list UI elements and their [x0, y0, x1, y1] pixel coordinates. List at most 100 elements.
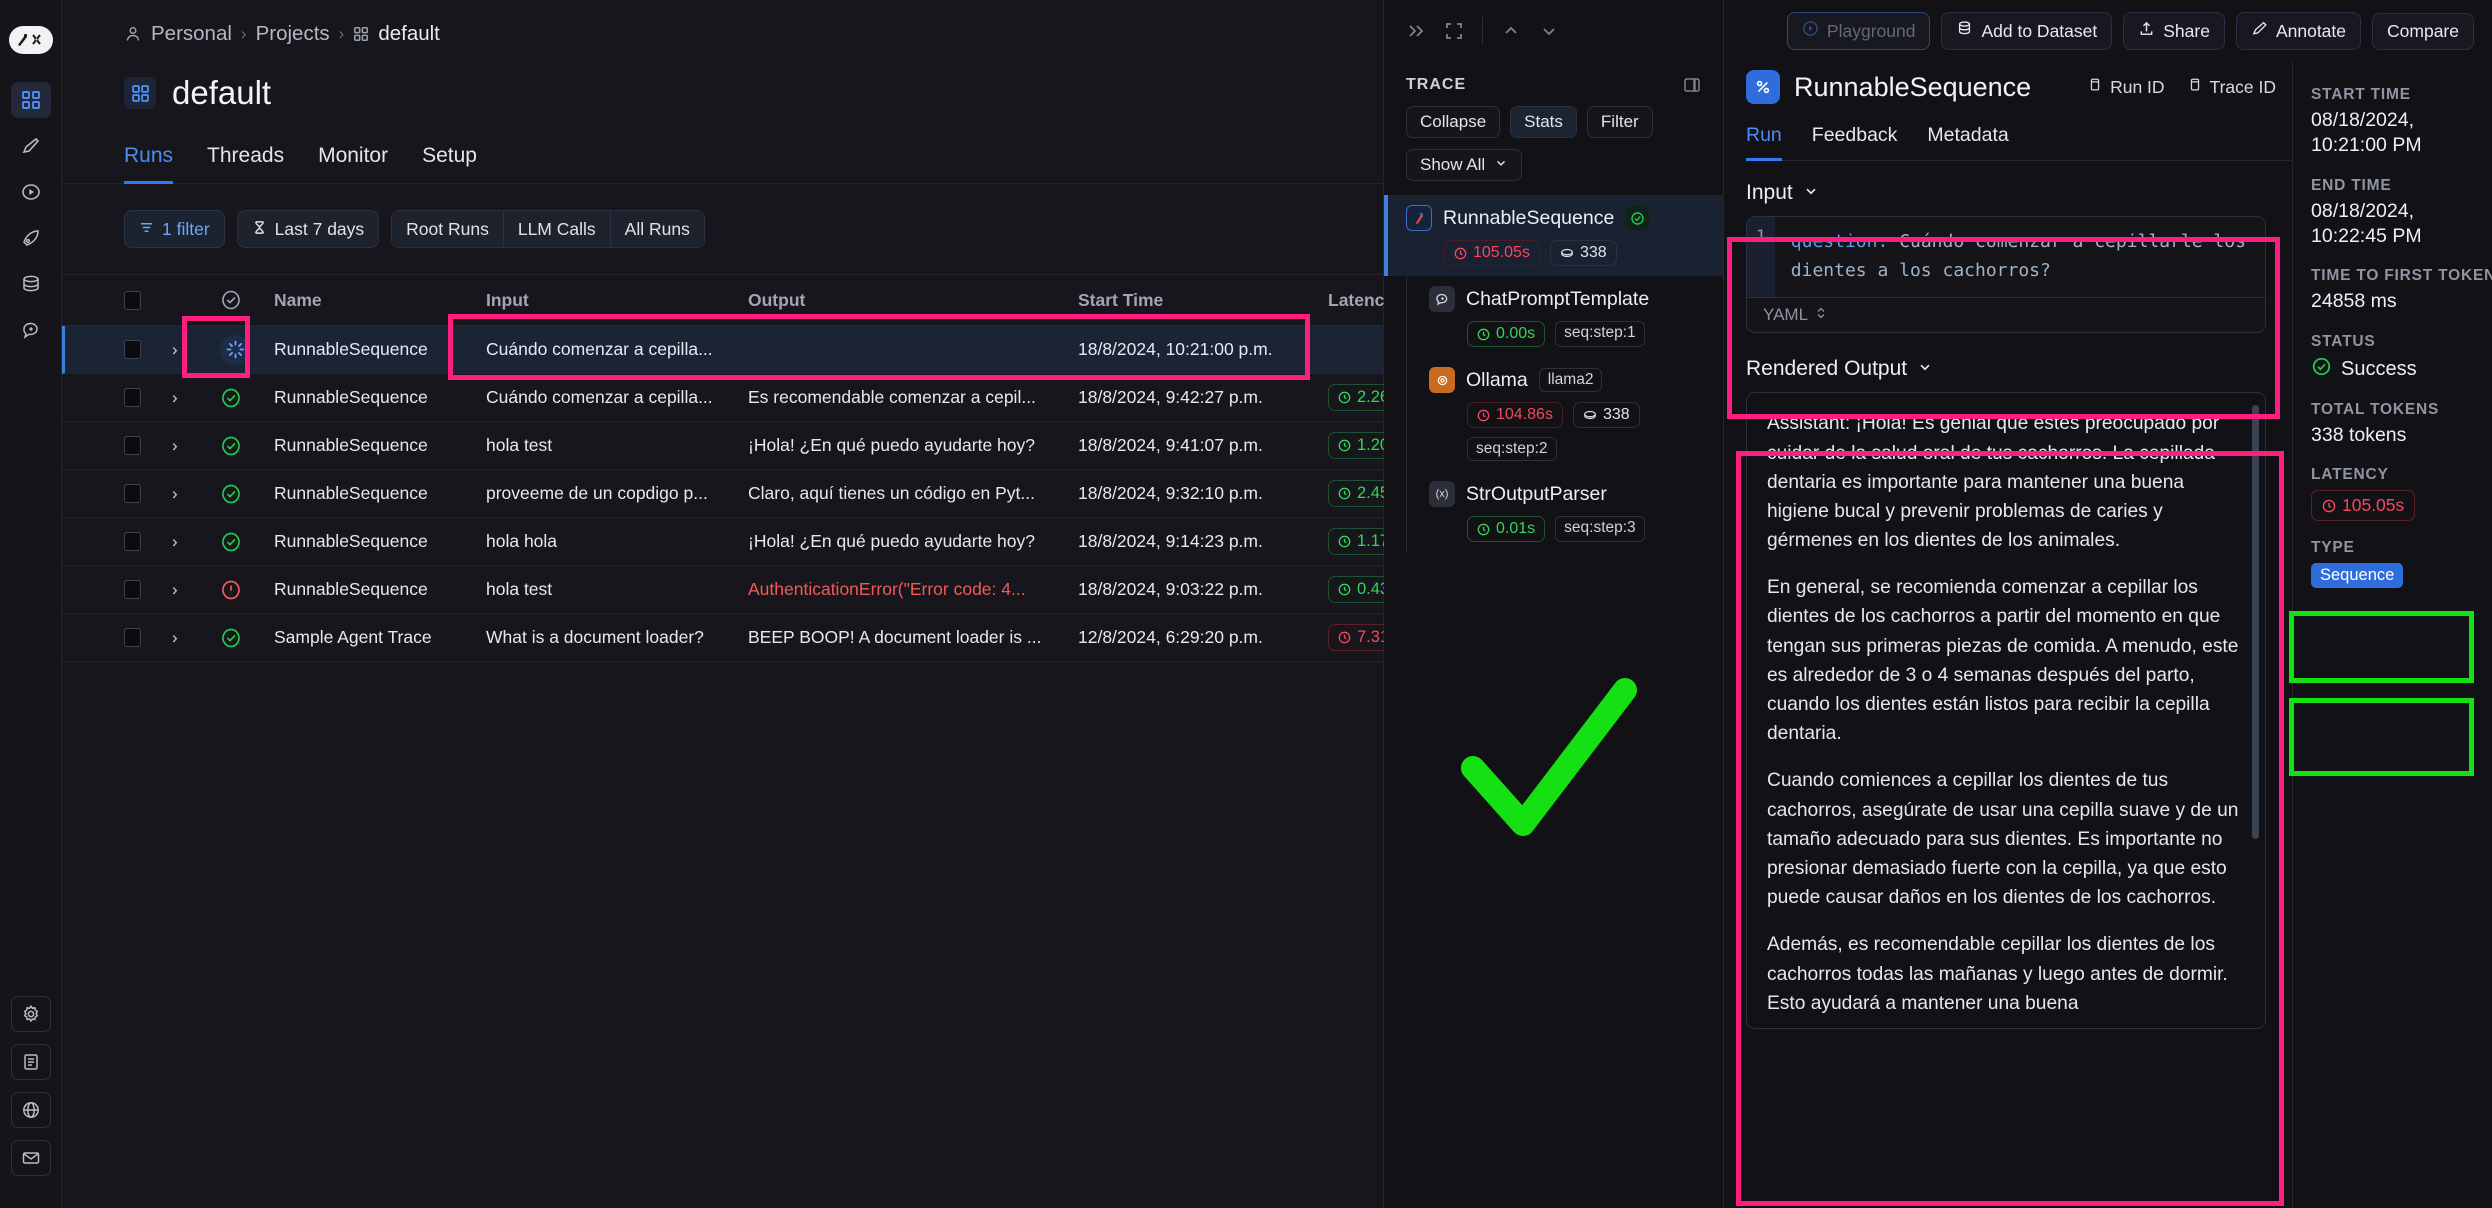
- add-to-dataset-button[interactable]: Add to Dataset: [1941, 12, 2113, 50]
- tab-metadata[interactable]: Metadata: [1927, 124, 2008, 161]
- row-checkbox[interactable]: [124, 340, 172, 359]
- langsmith-parrot-logo[interactable]: [8, 26, 53, 54]
- tab-run[interactable]: Run: [1746, 124, 1782, 161]
- input-code-block[interactable]: 1 question: Cuándo comenzar a cepillarle…: [1746, 216, 2266, 334]
- updown-chevron-icon: [1815, 305, 1827, 325]
- filter-button[interactable]: Filter: [1586, 106, 1653, 138]
- trace-node-stroutputparser[interactable]: (x) StrOutputParser 0.01s seq:step:3: [1407, 471, 1723, 552]
- panel-toggle-icon[interactable]: [1683, 76, 1701, 94]
- header-output[interactable]: Output: [748, 290, 1078, 311]
- table-row[interactable]: › RunnableSequence hola test ¡Hola! ¿En …: [62, 422, 1408, 470]
- format-selector[interactable]: YAML: [1747, 297, 2265, 332]
- detail-tabs: Run Feedback Metadata: [1746, 124, 2292, 161]
- hourglass-icon: [252, 219, 267, 240]
- page-title: default: [62, 46, 1383, 112]
- row-start-time: 12/8/2024, 6:29:20 p.m.: [1078, 627, 1263, 647]
- show-all-label: Show All: [1420, 155, 1486, 174]
- sidebar-item-settings[interactable]: [10, 996, 51, 1032]
- date-range-chip[interactable]: Last 7 days: [236, 210, 380, 248]
- sidebar-item-annotation-queues[interactable]: [11, 128, 51, 164]
- breadcrumb-personal[interactable]: Personal: [151, 22, 232, 46]
- play-circle-icon: [21, 182, 41, 202]
- trace-node-step: seq:step:2: [1467, 437, 1557, 461]
- rendered-output-box[interactable]: Assistant: ¡Hola! Es genial que estés pr…: [1746, 392, 2266, 1030]
- trace-node-chatprompttemplate[interactable]: ChatPromptTemplate 0.00s seq:step:1: [1407, 276, 1723, 357]
- sidebar-item-datasets[interactable]: [11, 266, 51, 302]
- trace-node-ollama[interactable]: Ollama llama2 104.86s 338 seq:step:2: [1407, 357, 1723, 471]
- tab-monitor[interactable]: Monitor: [318, 144, 388, 184]
- row-checkbox[interactable]: [124, 484, 172, 503]
- segment-root-runs[interactable]: Root Runs: [392, 211, 504, 247]
- trace-id-button[interactable]: Trace ID: [2187, 77, 2276, 98]
- run-id-button[interactable]: Run ID: [2087, 77, 2165, 98]
- chevron-up-icon[interactable]: [1501, 21, 1521, 41]
- header-name[interactable]: Name: [274, 290, 486, 311]
- input-section-header[interactable]: Input: [1746, 181, 2266, 205]
- sidebar-item-projects[interactable]: [10, 82, 51, 118]
- row-checkbox[interactable]: [124, 580, 172, 599]
- table-row[interactable]: › RunnableSequence Cuándo comenzar a cep…: [62, 326, 1383, 374]
- trace-label: TRACE: [1406, 76, 1467, 93]
- tab-feedback[interactable]: Feedback: [1812, 124, 1898, 161]
- output-scrollbar[interactable]: [2252, 401, 2259, 1020]
- chevron-down-icon[interactable]: [1539, 21, 1559, 41]
- tab-threads[interactable]: Threads: [207, 144, 284, 184]
- playground-button[interactable]: Playground: [1786, 12, 1931, 50]
- sidebar-bottom-group: [10, 996, 51, 1208]
- segment-all-runs[interactable]: All Runs: [610, 211, 704, 247]
- annotate-button[interactable]: Annotate: [2235, 12, 2362, 50]
- table-row[interactable]: › RunnableSequence proveeme de un copdig…: [62, 470, 1408, 518]
- row-expand-chevron[interactable]: ›: [172, 340, 220, 360]
- show-all-dropdown[interactable]: Show All: [1406, 149, 1523, 181]
- select-all-checkbox[interactable]: [124, 290, 172, 310]
- pencil-icon: [21, 136, 41, 156]
- row-checkbox[interactable]: [124, 532, 172, 551]
- runs-table: Name Input Output Start Time Latency › R…: [62, 274, 1408, 662]
- trace-node-latency: 0.00s: [1467, 321, 1546, 347]
- sidebar-item-docs[interactable]: [10, 1044, 51, 1080]
- table-row[interactable]: › RunnableSequence hola hola ¡Hola! ¿En …: [62, 518, 1408, 566]
- compare-button[interactable]: Compare: [2372, 12, 2474, 50]
- output-section-header[interactable]: Rendered Output: [1746, 357, 2266, 381]
- row-checkbox[interactable]: [124, 388, 172, 407]
- breadcrumb-projects[interactable]: Projects: [256, 22, 330, 46]
- sidebar-item-prompts[interactable]: [11, 312, 51, 348]
- row-checkbox[interactable]: [124, 628, 172, 647]
- header-start-time[interactable]: Start Time: [1078, 290, 1328, 311]
- row-checkbox[interactable]: [124, 436, 172, 455]
- row-expand-chevron[interactable]: ›: [172, 436, 220, 456]
- row-output: ¡Hola! ¿En qué puedo ayudarte hoy?: [748, 435, 1035, 455]
- header-input[interactable]: Input: [486, 290, 748, 311]
- filter-chip[interactable]: 1 filter: [124, 210, 225, 248]
- row-expand-chevron[interactable]: ›: [172, 628, 220, 648]
- row-expand-chevron[interactable]: ›: [172, 580, 220, 600]
- tab-runs[interactable]: Runs: [124, 144, 174, 184]
- trace-node-runnablesequence[interactable]: RunnableSequence 105.05s 338: [1384, 195, 1723, 276]
- sidebar-item-deployments[interactable]: [11, 220, 51, 256]
- table-row[interactable]: › Sample Agent Trace What is a document …: [62, 614, 1408, 662]
- expand-icon[interactable]: [1444, 21, 1464, 41]
- chevrons-right-icon[interactable]: [1406, 21, 1426, 41]
- row-expand-chevron[interactable]: ›: [172, 532, 220, 552]
- stats-button[interactable]: Stats: [1510, 106, 1577, 138]
- table-row[interactable]: › RunnableSequence hola test Authenticat…: [62, 566, 1408, 614]
- row-expand-chevron[interactable]: ›: [172, 388, 220, 408]
- copy-icon: [2187, 77, 2203, 98]
- share-button[interactable]: Share: [2123, 12, 2225, 50]
- start-time-value: 08/18/2024, 10:21:00 PM: [2311, 109, 2422, 157]
- sidebar-item-playground[interactable]: [11, 174, 51, 210]
- breadcrumb-separator: ›: [338, 24, 345, 43]
- playground-label: Playground: [1826, 20, 1916, 41]
- trace-node-name: ChatPromptTemplate: [1466, 287, 1650, 310]
- parrot-icon: [1406, 205, 1432, 231]
- collapse-button[interactable]: Collapse: [1406, 106, 1501, 138]
- segment-llm-calls[interactable]: LLM Calls: [503, 211, 611, 247]
- table-row[interactable]: › RunnableSequence Cuándo comenzar a cep…: [62, 374, 1408, 422]
- project-title: default: [172, 74, 272, 111]
- sidebar-item-language[interactable]: [10, 1092, 51, 1128]
- row-expand-chevron[interactable]: ›: [172, 484, 220, 504]
- tab-setup[interactable]: Setup: [422, 144, 477, 184]
- type-badge: Sequence: [2311, 563, 2404, 589]
- sidebar-item-support[interactable]: [10, 1140, 51, 1176]
- success-check-icon: [2311, 356, 2332, 383]
